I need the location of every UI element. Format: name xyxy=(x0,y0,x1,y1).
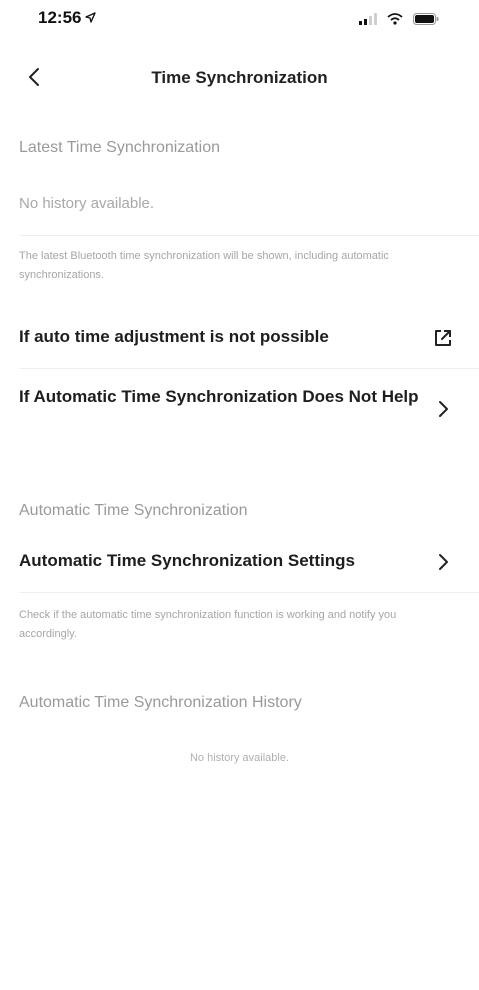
auto-adjustment-help-label: If auto time adjustment is not possible xyxy=(19,327,329,346)
external-link-icon xyxy=(432,327,454,349)
chevron-right-icon xyxy=(432,398,454,420)
battery-icon xyxy=(413,12,439,30)
latest-note: The latest Bluetooth time synchronizatio… xyxy=(19,250,389,281)
status-time: 12:56 xyxy=(38,8,82,27)
section-header-history: Automatic Time Synchronization History xyxy=(19,694,302,711)
status-indicators xyxy=(359,12,439,30)
sync-not-help-label: If Automatic Time Synchronization Does N… xyxy=(19,387,419,406)
status-time-group: 12:56 xyxy=(38,8,97,28)
auto-sync-settings-row[interactable]: Automatic Time Synchronization Settings xyxy=(0,538,479,586)
status-bar: 12:56 xyxy=(0,0,479,44)
page-title: Time Synchronization xyxy=(151,68,328,87)
section-header-automatic: Automatic Time Synchronization xyxy=(19,502,248,519)
divider xyxy=(19,592,479,593)
sync-not-help-row[interactable]: If Automatic Time Synchronization Does N… xyxy=(0,378,479,444)
divider xyxy=(19,235,479,236)
divider xyxy=(19,368,479,369)
history-empty-text: No history available. xyxy=(189,752,290,764)
nav-bar: Time Synchronization xyxy=(0,55,479,103)
section-header-latest: Latest Time Synchronization xyxy=(19,139,220,156)
auto-sync-settings-label: Automatic Time Synchronization Settings xyxy=(19,551,355,570)
wifi-icon xyxy=(387,12,403,30)
chevron-right-icon xyxy=(432,551,454,573)
cellular-signal-icon xyxy=(359,12,377,30)
latest-empty-text: No history available. xyxy=(19,195,155,212)
automatic-note: Check if the automatic time synchronizat… xyxy=(19,609,397,640)
auto-adjustment-help-row[interactable]: If auto time adjustment is not possible xyxy=(0,314,479,362)
location-arrow-icon xyxy=(85,8,97,28)
